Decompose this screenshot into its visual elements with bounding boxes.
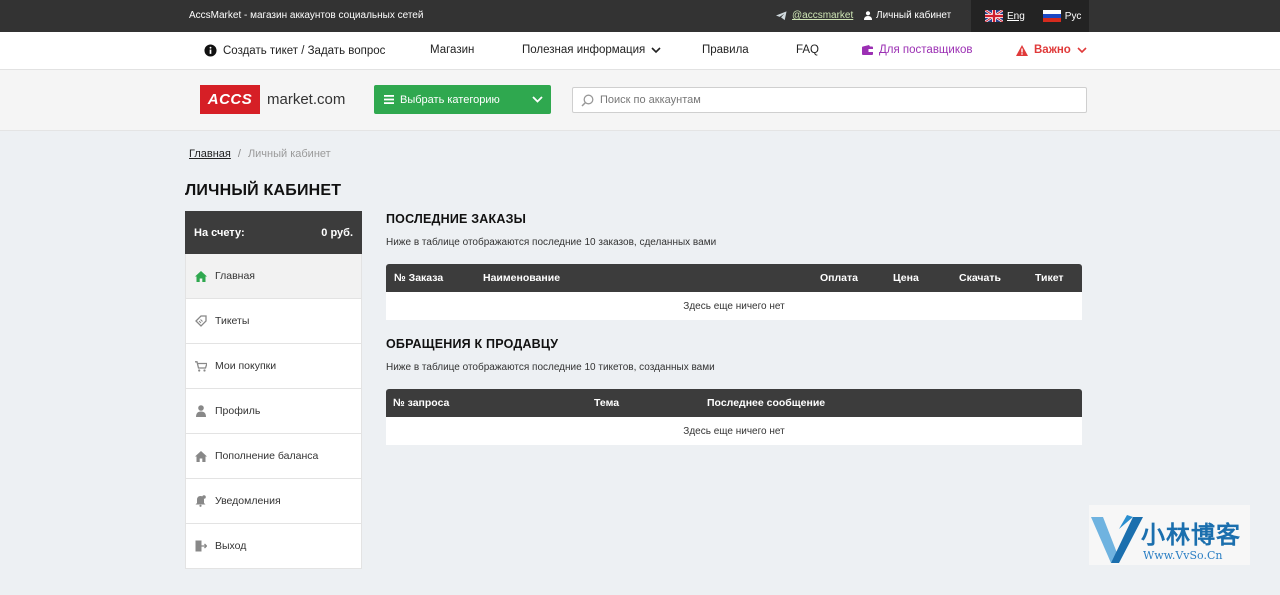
cart-icon — [194, 360, 207, 373]
top-cabinet-label: Личный кабинет — [876, 10, 952, 21]
telegram-handle[interactable]: @accsmarket — [792, 10, 853, 21]
chevron-down-icon — [523, 96, 551, 103]
nav-suppliers[interactable]: Для поставщиков — [862, 44, 973, 56]
user-icon — [194, 405, 207, 418]
chevron-down-icon — [651, 46, 661, 53]
nav-info[interactable]: Полезная информация — [522, 44, 661, 56]
nav-shop-label: Магазин — [430, 44, 475, 56]
chevron-down-icon — [1077, 46, 1087, 53]
choose-category-label: Выбрать категорию — [400, 93, 500, 106]
language-switcher: Eng Рус — [971, 0, 1089, 32]
nav-create-ticket[interactable]: Создать тикет / Задать вопрос — [204, 44, 385, 57]
column-header: Цена — [893, 272, 919, 284]
sidebar-item-label: Мои покупки — [215, 360, 277, 372]
bell-icon — [194, 495, 207, 508]
sidebar-item-label: Уведомления — [215, 495, 281, 507]
sidebar-item-label: Профиль — [215, 405, 261, 417]
column-header: Тема — [594, 397, 620, 409]
sidebar-item-profile[interactable]: Профиль — [185, 389, 362, 434]
watermark-logo-icon — [1091, 515, 1143, 563]
balance-label: На счету: — [194, 226, 245, 239]
sidebar-item-label: Пополнение баланса — [215, 450, 319, 462]
column-header: Последнее сообщение — [707, 397, 826, 409]
site-logo[interactable]: ACCS market.com — [200, 85, 345, 114]
breadcrumb: Главная / Личный кабинет — [189, 148, 331, 160]
info-icon — [204, 44, 217, 57]
column-header: Скачать — [959, 272, 1001, 284]
exit-icon — [194, 540, 207, 553]
tickets-title: ОБРАЩЕНИЯ К ПРОДАВЦУ — [386, 337, 559, 351]
balance-panel: На счету: 0 руб. — [185, 211, 362, 254]
column-header: № Заказа — [394, 272, 444, 284]
lang-rus-label: Рус — [1064, 10, 1082, 22]
orders-table: № Заказа Наименование Оплата Цена Скачат… — [386, 264, 1082, 320]
nav-shop[interactable]: Магазин — [430, 44, 474, 56]
column-header: Тикет — [1035, 272, 1064, 284]
telegram-icon — [776, 10, 787, 20]
watermark-url: Www.VvSo.Cn — [1143, 549, 1223, 562]
orders-empty-row: Здесь еще ничего нет — [386, 292, 1082, 320]
search-icon — [581, 94, 594, 107]
ticket-icon — [194, 315, 207, 328]
wallet-icon — [862, 45, 873, 55]
uk-flag-icon — [985, 10, 1003, 22]
nav-faq-label: FAQ — [796, 44, 820, 56]
sidebar-item-home[interactable]: Главная — [185, 254, 362, 299]
logo-text: market.com — [267, 91, 346, 108]
sidebar-item-logout[interactable]: Выход — [185, 524, 362, 569]
breadcrumb-home[interactable]: Главная — [189, 148, 231, 160]
tickets-table: № запроса Тема Последнее сообщение Здесь… — [386, 389, 1082, 445]
top-bar: AccsMarket - магазин аккаунтов социальны… — [0, 0, 1280, 32]
orders-subtitle: Ниже в таблице отображаются последние 10… — [386, 237, 717, 248]
lang-eng-label: Eng — [1007, 10, 1025, 22]
nav-suppliers-label: Для поставщиков — [879, 44, 973, 56]
sidebar-menu: Главная Тикеты Мои покупки Профиль Попол… — [185, 254, 362, 569]
sidebar-item-purchases[interactable]: Мои покупки — [185, 344, 362, 389]
search-input[interactable] — [600, 94, 1060, 106]
watermark: 小林博客 Www.VvSo.Cn — [1089, 505, 1250, 565]
choose-category-button[interactable]: Выбрать категорию — [374, 85, 551, 114]
lang-eng[interactable]: Eng — [985, 10, 1025, 22]
tickets-subtitle: Ниже в таблице отображаются последние 10… — [386, 362, 715, 373]
sidebar-item-notifications[interactable]: Уведомления — [185, 479, 362, 524]
tickets-table-header: № запроса Тема Последнее сообщение — [386, 389, 1082, 417]
balance-value: 0 руб. — [321, 226, 353, 239]
breadcrumb-separator: / — [237, 148, 241, 160]
nav-important[interactable]: Важно — [1016, 44, 1087, 56]
orders-table-header: № Заказа Наименование Оплата Цена Скачат… — [386, 264, 1082, 292]
tickets-empty-row: Здесь еще ничего нет — [386, 417, 1082, 445]
top-cabinet-link[interactable]: Личный кабинет — [864, 10, 951, 21]
site-title: AccsMarket - магазин аккаунтов социальны… — [189, 10, 424, 21]
menu-icon — [384, 95, 394, 104]
column-header: № запроса — [393, 397, 450, 409]
column-header: Оплата — [820, 272, 859, 284]
user-icon — [864, 11, 872, 20]
nav-create-ticket-label: Создать тикет / Задать вопрос — [223, 44, 386, 57]
warning-icon — [1016, 44, 1028, 56]
page-title: ЛИЧНЫЙ КАБИНЕТ — [185, 182, 342, 199]
search-box — [572, 87, 1087, 113]
orders-title: ПОСЛЕДНИЕ ЗАКАЗЫ — [386, 212, 527, 226]
wallet-home-icon — [194, 450, 207, 463]
nav-faq[interactable]: FAQ — [796, 44, 819, 56]
russia-flag-icon — [1042, 10, 1061, 22]
sidebar-item-topup[interactable]: Пополнение баланса — [185, 434, 362, 479]
nav-rules-label: Правила — [702, 44, 749, 56]
site-header: ACCS market.com Выбрать категорию — [0, 70, 1280, 131]
nav-info-label: Полезная информация — [522, 44, 646, 56]
lang-rus[interactable]: Рус — [1042, 10, 1082, 22]
sidebar-item-label: Выход — [215, 540, 247, 552]
sidebar-item-label: Главная — [215, 270, 255, 282]
breadcrumb-current: Личный кабинет — [247, 148, 331, 160]
main-nav: Создать тикет / Задать вопрос Магазин По… — [0, 32, 1280, 70]
column-header: Наименование — [483, 272, 561, 284]
sidebar-item-tickets[interactable]: Тикеты — [185, 299, 362, 344]
watermark-name: 小林博客 — [1141, 522, 1241, 549]
logo-mark: ACCS — [200, 85, 260, 114]
home-icon — [194, 270, 207, 283]
telegram-link[interactable]: @accsmarket — [776, 10, 853, 21]
nav-important-label: Важно — [1034, 44, 1071, 56]
sidebar-item-label: Тикеты — [215, 315, 250, 327]
nav-rules[interactable]: Правила — [702, 44, 749, 56]
